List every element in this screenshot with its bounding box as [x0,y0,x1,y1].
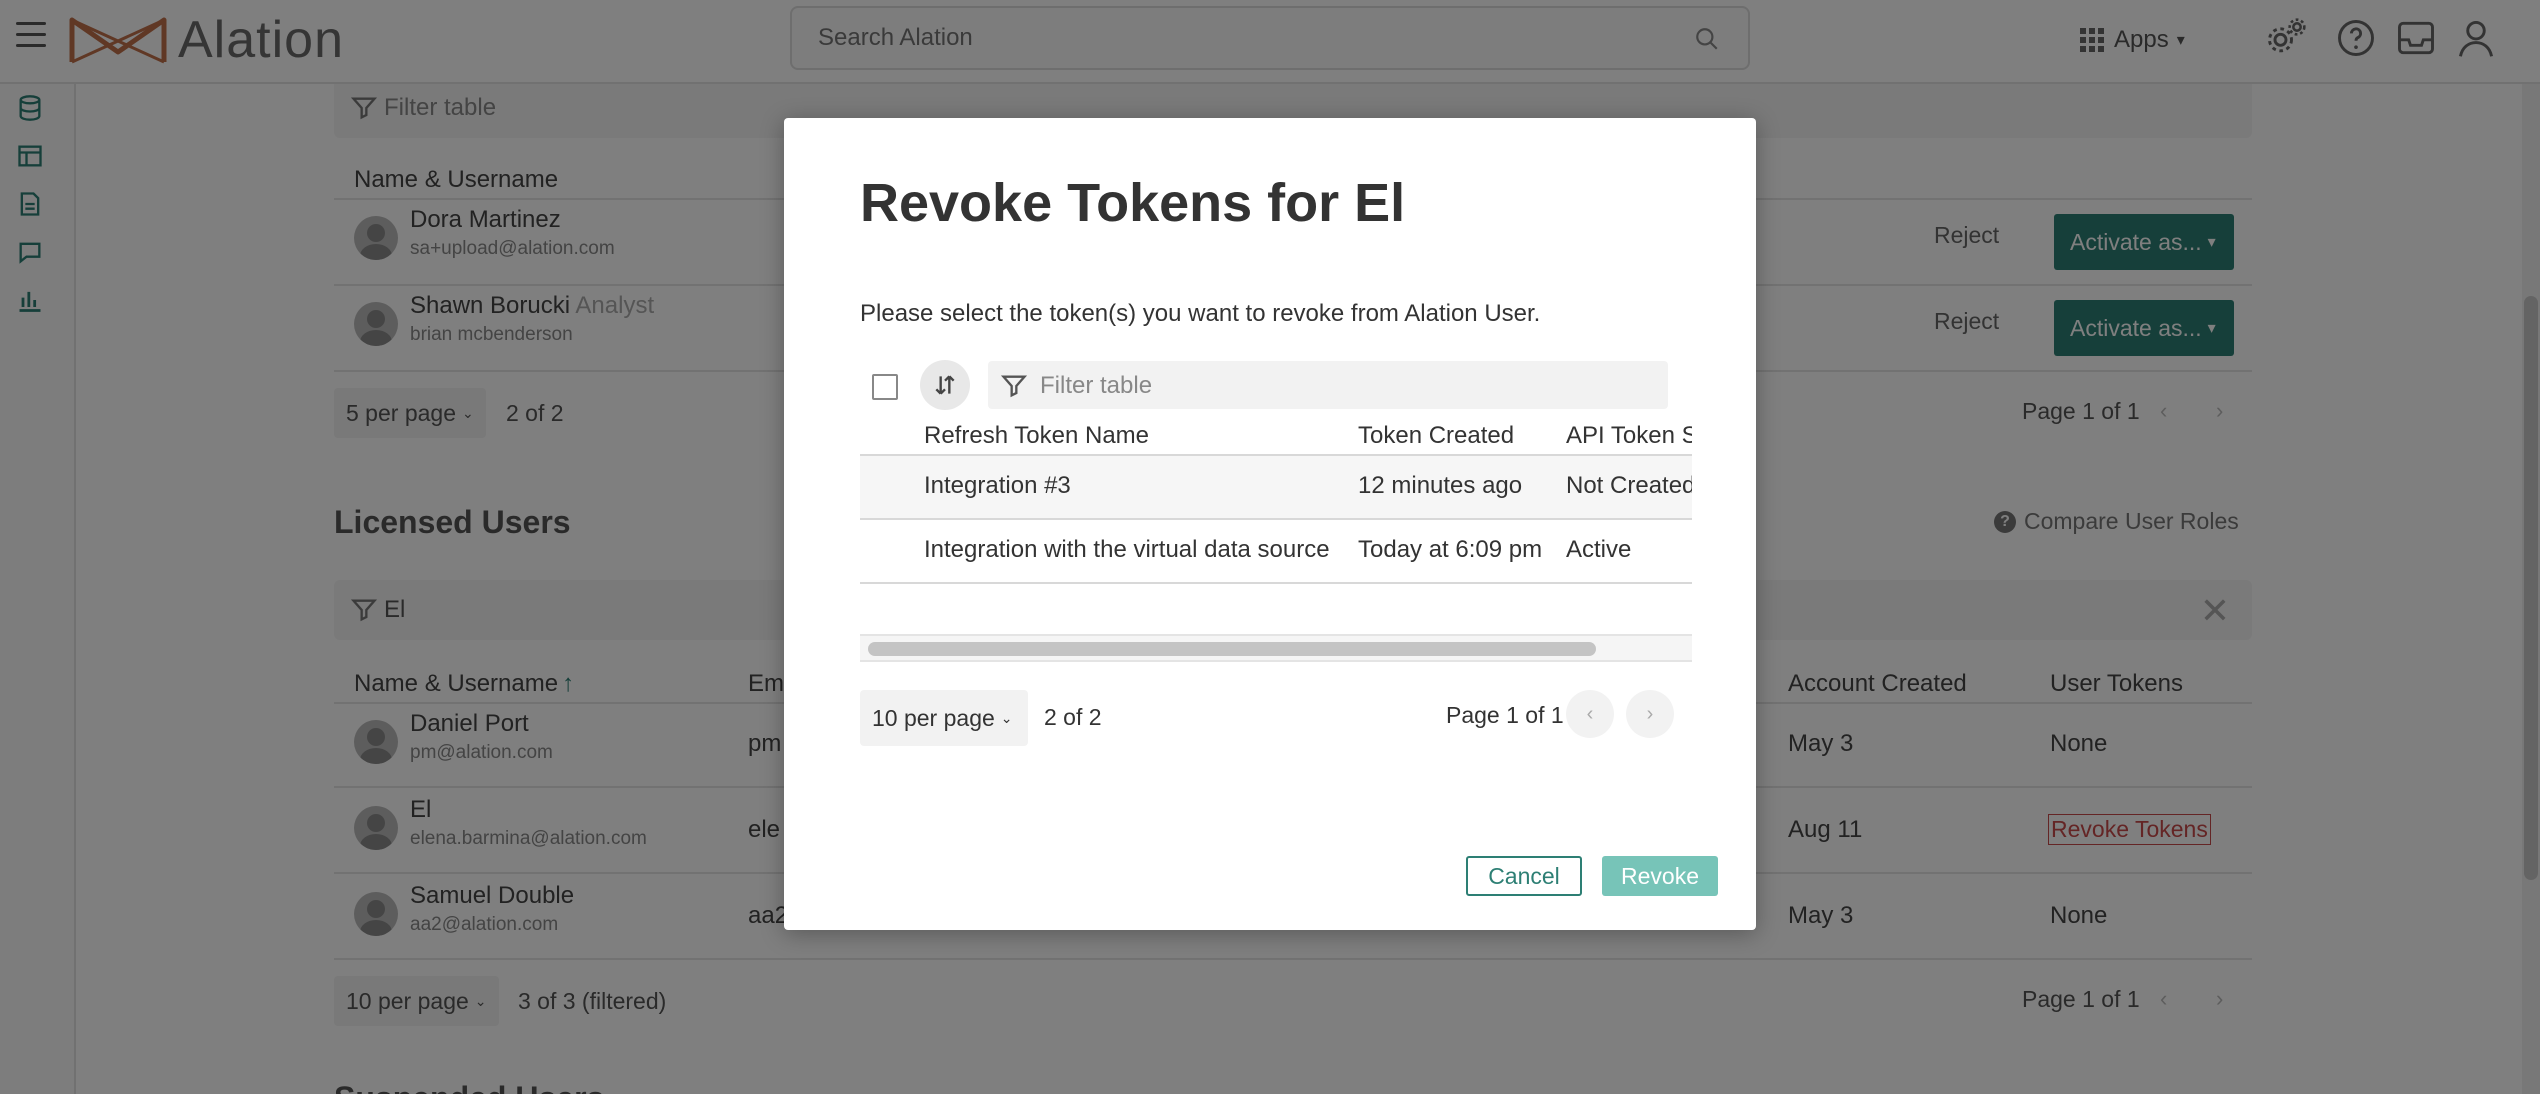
table-row[interactable]: Integration with the virtual data source… [860,520,1692,582]
token-created: Today at 6:09 pm [1358,536,1543,563]
token-created: 12 minutes ago [1358,472,1523,499]
row-count: 2 of 2 [1044,704,1102,730]
tokens-table: Refresh Token Name Token Created API Tok… [860,118,1692,704]
table-horizontal-scrollbar[interactable] [860,634,1692,662]
cancel-button[interactable]: Cancel [1466,856,1582,896]
token-status: Not Created [1566,472,1692,499]
token-name: Integration with the virtual data source [924,536,1330,563]
token-name: Integration #3 [924,472,1071,499]
divider [860,582,1692,584]
col-api-token-status[interactable]: API Token S [1566,422,1692,450]
col-token-created[interactable]: Token Created [1358,422,1514,450]
chevron-down-icon: ⌄ [1000,709,1013,726]
chevron-right-icon: › [1646,702,1654,725]
col-refresh-token-name[interactable]: Refresh Token Name [924,422,1149,450]
page-info: Page 1 of 1 [1446,702,1564,728]
table-row[interactable]: Integration #3 12 minutes ago Not Create… [860,456,1692,518]
per-page-label: 10 per page [872,704,995,731]
token-status: Active [1566,536,1632,563]
next-page-button[interactable]: › [1626,690,1674,738]
revoke-button[interactable]: Revoke [1602,856,1718,896]
prev-page-button[interactable]: ‹ [1566,690,1614,738]
scrollbar-thumb[interactable] [868,642,1596,656]
per-page-select[interactable]: 10 per page ⌄ [860,690,1028,746]
revoke-tokens-dialog: Revoke Tokens for El Please select the t… [784,118,1756,930]
chevron-left-icon: ‹ [1586,702,1594,725]
